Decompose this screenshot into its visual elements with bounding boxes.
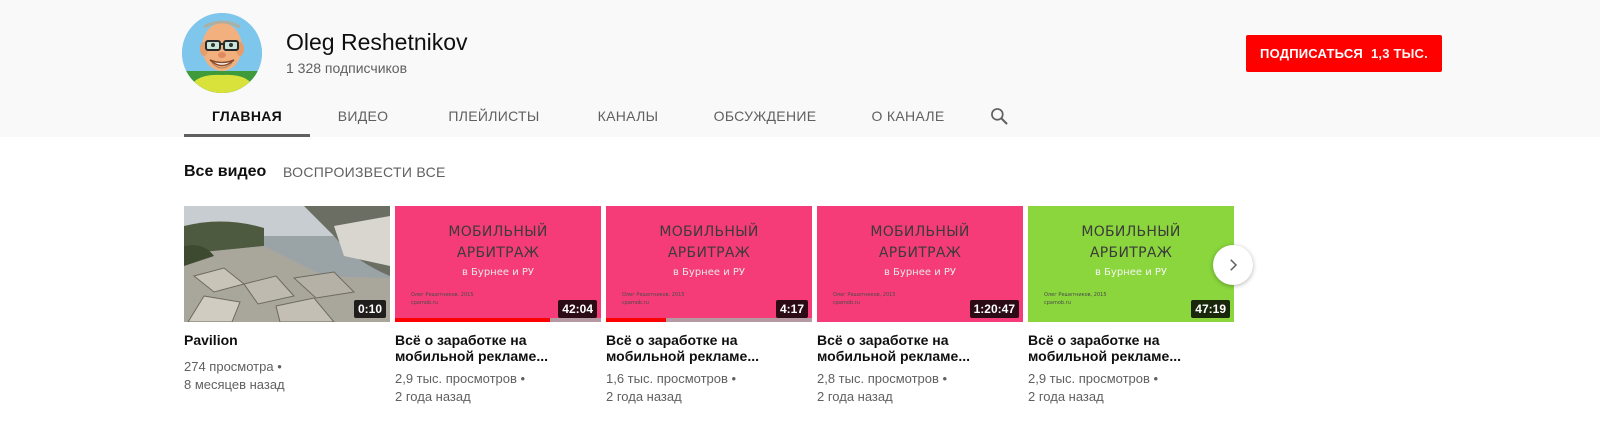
meta-separator: • xyxy=(277,359,282,374)
thumb-small-text: cpamob.ru xyxy=(411,300,438,306)
tab-about[interactable]: О КАНАЛЕ xyxy=(846,95,970,137)
watch-progress xyxy=(395,318,601,322)
thumb-text: в Бурнее и РУ xyxy=(461,267,535,278)
video-views: 2,9 тыс. просмотров xyxy=(395,371,517,386)
tab-playlists[interactable]: ПЛЕЙЛИСТЫ xyxy=(416,95,572,137)
thumb-text: АРБИТРАЖ xyxy=(1089,245,1173,261)
thumb-small-text: Олег Решетников, 2015 xyxy=(411,292,474,298)
video-meta: 2,8 тыс. просмотров • 2 года назад xyxy=(817,370,1023,406)
avatar-cartoon-man-icon[interactable] xyxy=(182,13,262,93)
video-age: 8 месяцев назад xyxy=(184,377,285,392)
thumb-small-text: cpamob.ru xyxy=(833,300,860,306)
video-title[interactable]: Pavilion xyxy=(184,332,390,352)
thumb-text: МОБИЛЬНЫЙ xyxy=(448,224,548,240)
video-age: 2 года назад xyxy=(395,389,471,404)
video-duration: 42:04 xyxy=(558,300,597,318)
thumb-text: в Бурнее и РУ xyxy=(1094,267,1168,278)
video-card[interactable]: МОБИЛЬНЫЙ АРБИТРАЖ в Бурнее и РУ Олег Ре… xyxy=(817,206,1023,406)
video-thumbnail[interactable]: МОБИЛЬНЫЙ АРБИТРАЖ в Бурнее и РУ Олег Ре… xyxy=(817,206,1023,322)
channel-tabs: ГЛАВНАЯ ВИДЕО ПЛЕЙЛИСТЫ КАНАЛЫ ОБСУЖДЕНИ… xyxy=(184,95,1028,137)
subscriber-count: 1 328 подписчиков xyxy=(286,60,408,76)
video-age: 2 года назад xyxy=(817,389,893,404)
video-age: 2 года назад xyxy=(606,389,682,404)
tab-discussion-label: ОБСУЖДЕНИЕ xyxy=(713,108,817,124)
video-thumbnail[interactable]: МОБИЛЬНЫЙ АРБИТРАЖ в Бурнее и РУ Олег Ре… xyxy=(606,206,812,322)
tab-videos[interactable]: ВИДЕО xyxy=(310,95,416,137)
tab-about-label: О КАНАЛЕ xyxy=(871,108,945,124)
thumb-small-text: Олег Решетников, 2015 xyxy=(622,292,685,298)
thumb-small-text: cpamob.ru xyxy=(622,300,649,306)
thumb-text: АРБИТРАЖ xyxy=(667,245,751,261)
video-age: 2 года назад xyxy=(1028,389,1104,404)
thumb-text: в Бурнее и РУ xyxy=(883,267,957,278)
tab-home-label: ГЛАВНАЯ xyxy=(211,108,282,124)
thumb-text: МОБИЛЬНЫЙ xyxy=(1081,224,1181,240)
video-views: 274 просмотра xyxy=(184,359,274,374)
video-card[interactable]: 0:10 Pavilion 274 просмотра • 8 месяцев … xyxy=(184,206,390,394)
thumb-text: в Бурнее и РУ xyxy=(672,267,746,278)
meta-separator: • xyxy=(731,371,737,386)
thumb-small-text: cpamob.ru xyxy=(1044,300,1071,306)
tab-discussion[interactable]: ОБСУЖДЕНИЕ xyxy=(684,95,846,137)
video-thumbnail[interactable]: МОБИЛЬНЫЙ АРБИТРАЖ в Бурнее и РУ Олег Ре… xyxy=(395,206,601,322)
video-card[interactable]: МОБИЛЬНЫЙ АРБИТРАЖ в Бурнее и РУ Олег Ре… xyxy=(395,206,601,406)
video-duration: 47:19 xyxy=(1191,300,1230,318)
channel-name[interactable]: Oleg Reshetnikov xyxy=(286,29,468,56)
thumb-text: АРБИТРАЖ xyxy=(878,245,962,261)
video-meta: 1,6 тыс. просмотров • 2 года назад xyxy=(606,370,812,406)
thumb-text: МОБИЛЬНЫЙ xyxy=(870,224,970,240)
video-meta: 2,9 тыс. просмотров • 2 года назад xyxy=(395,370,601,406)
subscribe-button[interactable]: ПОДПИСАТЬСЯ 1,3 ТЫС. xyxy=(1246,35,1442,72)
video-views: 2,9 тыс. просмотров xyxy=(1028,371,1150,386)
video-thumbnail[interactable]: МОБИЛЬНЫЙ АРБИТРАЖ в Бурнее и РУ Олег Ре… xyxy=(1028,206,1234,322)
tab-home[interactable]: ГЛАВНАЯ xyxy=(184,95,310,137)
video-meta: 2,9 тыс. просмотров • 2 года назад xyxy=(1028,370,1234,406)
tab-channels[interactable]: КАНАЛЫ xyxy=(572,95,684,137)
meta-separator: • xyxy=(942,371,948,386)
video-duration: 1:20:47 xyxy=(969,300,1019,318)
thumb-small-text: Олег Решетников, 2015 xyxy=(1044,292,1107,298)
video-duration: 4:17 xyxy=(775,300,808,318)
subscribe-count: 1,3 ТЫС. xyxy=(1370,46,1428,61)
video-meta: 274 просмотра • 8 месяцев назад xyxy=(184,358,390,394)
video-views: 1,6 тыс. просмотров xyxy=(606,371,728,386)
video-card[interactable]: МОБИЛЬНЫЙ АРБИТРАЖ в Бурнее и РУ Олег Ре… xyxy=(606,206,812,406)
meta-separator: • xyxy=(520,371,526,386)
thumb-small-text: Олег Решетников, 2015 xyxy=(833,292,896,298)
tab-channels-label: КАНАЛЫ xyxy=(597,108,659,124)
video-title[interactable]: Всё о заработке на мобильной рекламе... xyxy=(395,332,601,364)
subscribe-label: ПОДПИСАТЬСЯ xyxy=(1260,46,1363,61)
thumb-text: АРБИТРАЖ xyxy=(456,245,540,261)
tab-videos-label: ВИДЕО xyxy=(337,108,389,124)
next-button[interactable] xyxy=(1213,245,1253,285)
video-title[interactable]: Всё о заработке на мобильной рекламе... xyxy=(817,332,1023,364)
search-icon[interactable] xyxy=(970,95,1028,137)
chevron-right-icon xyxy=(1230,259,1238,271)
video-title[interactable]: Всё о заработке на мобильной рекламе... xyxy=(606,332,812,364)
meta-separator: • xyxy=(1153,371,1159,386)
thumb-text: МОБИЛЬНЫЙ xyxy=(659,224,759,240)
video-card[interactable]: МОБИЛЬНЫЙ АРБИТРАЖ в Бурнее и РУ Олег Ре… xyxy=(1028,206,1234,406)
watch-progress xyxy=(606,318,812,322)
video-title[interactable]: Всё о заработке на мобильной рекламе... xyxy=(1028,332,1234,364)
video-thumbnail[interactable]: 0:10 xyxy=(184,206,390,322)
section-title[interactable]: Все видео xyxy=(184,163,266,181)
video-duration: 0:10 xyxy=(353,300,386,318)
play-all-button[interactable]: ВОСПРОИЗВЕСТИ ВСЕ xyxy=(283,164,446,180)
video-views: 2,8 тыс. просмотров xyxy=(817,371,939,386)
tab-playlists-label: ПЛЕЙЛИСТЫ xyxy=(448,108,540,124)
